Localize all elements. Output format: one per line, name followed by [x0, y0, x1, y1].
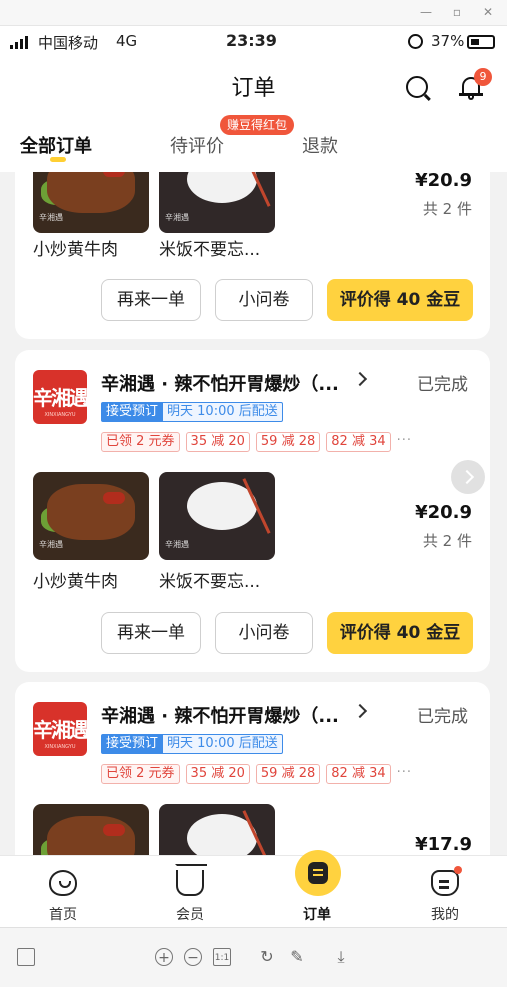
dish-name: 小炒黄牛肉 [33, 572, 118, 592]
zoom-out-icon[interactable]: − [184, 948, 202, 966]
dish-image-beef: 辛湘遇 [33, 172, 149, 233]
app-header: 订单 9 [0, 58, 507, 110]
bottom-navigation: 首页 会员 订单 我的 [0, 850, 507, 928]
tab-to-review[interactable]: 待评价 [170, 132, 224, 158]
rotate-icon[interactable]: ↻ [258, 948, 276, 966]
tab-refund[interactable]: 退款 [302, 132, 338, 158]
reorder-button[interactable]: 再来一单 [101, 279, 201, 321]
delivery-time-label: 明天 10:00 后配送 [163, 734, 283, 754]
signal-icon [10, 36, 28, 49]
dish-name: 米饭不要忘... [159, 240, 261, 260]
order-tabs: 全部订单 赚豆得红包 待评价 退款 [0, 110, 507, 172]
promo-tag: 82 减 34 [326, 432, 391, 452]
download-icon[interactable]: ⤓ [332, 948, 350, 966]
dish-image-rice: 辛湘遇 [159, 172, 275, 233]
scroll-right-arrow-icon[interactable] [451, 460, 485, 494]
zoom-in-icon[interactable]: + [155, 948, 173, 966]
promo-row: 已领 2 元券 35 减 20 59 减 28 82 减 34 ··· [101, 432, 412, 452]
carrier-label: 中国移动 [38, 34, 99, 52]
order-price: ¥17.9 [415, 834, 472, 855]
delivery-time-label: 明天 10:00 后配送 [163, 402, 283, 422]
nav-label: 订单 [303, 907, 331, 923]
order-status: 已完成 [417, 375, 468, 395]
chevron-right-icon[interactable] [352, 703, 368, 719]
promo-tag: 35 减 20 [185, 764, 250, 784]
order-card[interactable]: 辛湘遇 XINXIANGYU 辛湘遇 · 辣不怕开胃爆炒（... 已完成 接受预订… [15, 682, 490, 855]
store-logo: 辛湘遇 XINXIANGYU [33, 370, 87, 424]
dish-image-beef: 辛湘遇 [33, 472, 149, 560]
order-card[interactable]: 辛湘遇 辛湘遇 ¥20.9 共 2 件 小炒黄牛肉 米饭不要忘... 再来一单 … [15, 172, 490, 339]
actual-size-icon[interactable]: 1:1 [213, 948, 231, 966]
order-list[interactable]: 辛湘遇 辛湘遇 ¥20.9 共 2 件 小炒黄牛肉 米饭不要忘... 再来一单 … [0, 172, 507, 855]
tab-all-orders[interactable]: 全部订单 [20, 132, 92, 158]
window-titlebar: — ▫ ✕ [0, 0, 507, 26]
battery-icon [467, 35, 495, 49]
more-promos-icon[interactable]: ··· [397, 764, 412, 784]
item-count: 共 2 件 [422, 200, 472, 218]
nav-label: 首页 [49, 907, 77, 923]
profile-icon [431, 870, 459, 896]
new-dot-badge [454, 866, 462, 874]
promo-tag: 35 减 20 [185, 432, 250, 452]
nav-label: 我的 [431, 907, 459, 923]
clock: 23:39 [226, 31, 277, 50]
review-button[interactable]: 评价得 40 金豆 [327, 279, 473, 321]
order-status: 已完成 [417, 707, 468, 727]
nav-home[interactable]: 首页 [18, 856, 108, 928]
reorder-button[interactable]: 再来一单 [101, 612, 201, 654]
order-list-icon [295, 850, 341, 896]
close-icon[interactable]: ✕ [481, 5, 495, 19]
nav-member[interactable]: 会员 [145, 856, 235, 928]
store-name[interactable]: 辛湘遇 · 辣不怕开胃爆炒（... [101, 702, 339, 728]
battery-percent: 37% [431, 32, 465, 50]
dish-image-beef [33, 804, 149, 855]
status-bar: 中国移动 4G 23:39 37% [0, 26, 507, 58]
order-card[interactable]: 辛湘遇 XINXIANGYU 辛湘遇 · 辣不怕开胃爆炒（... 已完成 接受预订… [15, 350, 490, 672]
promo-tag: 59 减 28 [255, 764, 321, 784]
nav-orders[interactable]: 订单 [272, 850, 362, 928]
promo-row: 已领 2 元券 35 减 20 59 减 28 82 减 34 ··· [101, 764, 412, 784]
promo-tag: 59 减 28 [255, 432, 321, 452]
store-name[interactable]: 辛湘遇 · 辣不怕开胃爆炒（... [101, 370, 339, 396]
promo-tag: 已领 2 元券 [101, 764, 180, 784]
review-button[interactable]: 评价得 40 金豆 [327, 612, 473, 654]
promo-tag: 82 减 34 [326, 764, 391, 784]
earn-beans-bubble: 赚豆得红包 [220, 115, 295, 135]
store-logo: 辛湘遇 XINXIANGYU [33, 702, 87, 756]
dish-name: 米饭不要忘... [159, 572, 261, 592]
more-promos-icon[interactable]: ··· [397, 432, 412, 452]
network-label: 4G [116, 32, 138, 50]
member-crown-icon [175, 864, 207, 896]
order-price: ¥20.9 [415, 502, 472, 523]
home-icon [49, 870, 77, 896]
page-title: 订单 [231, 76, 276, 101]
active-tab-indicator [50, 157, 66, 162]
dish-name: 小炒黄牛肉 [33, 240, 118, 260]
maximize-icon[interactable]: ▫ [450, 5, 464, 19]
dish-image-rice [159, 804, 275, 855]
search-icon[interactable] [406, 76, 428, 98]
reservation-badge: 接受预订 [101, 402, 164, 422]
promo-tag: 已领 2 元券 [101, 432, 180, 452]
delivery-tag: 接受预订 明天 10:00 后配送 [101, 734, 283, 754]
order-price: ¥20.9 [415, 172, 472, 191]
thumbnail-icon[interactable] [17, 948, 35, 966]
nav-label: 会员 [176, 907, 204, 923]
viewer-toolbar: + − 1:1 ↻ ✎ ⤓ [0, 927, 507, 987]
nav-profile[interactable]: 我的 [400, 856, 490, 928]
minimize-icon[interactable]: — [419, 5, 433, 19]
survey-button[interactable]: 小问卷 [215, 612, 313, 654]
survey-button[interactable]: 小问卷 [215, 279, 313, 321]
dish-image-rice: 辛湘遇 [159, 472, 275, 560]
item-count: 共 2 件 [422, 532, 472, 550]
orientation-lock-icon [408, 34, 423, 49]
chevron-right-icon[interactable] [352, 371, 368, 387]
edit-pencil-icon[interactable]: ✎ [288, 948, 306, 966]
delivery-tag: 接受预订 明天 10:00 后配送 [101, 402, 283, 422]
reservation-badge: 接受预订 [101, 734, 164, 754]
notification-badge: 9 [474, 68, 492, 86]
